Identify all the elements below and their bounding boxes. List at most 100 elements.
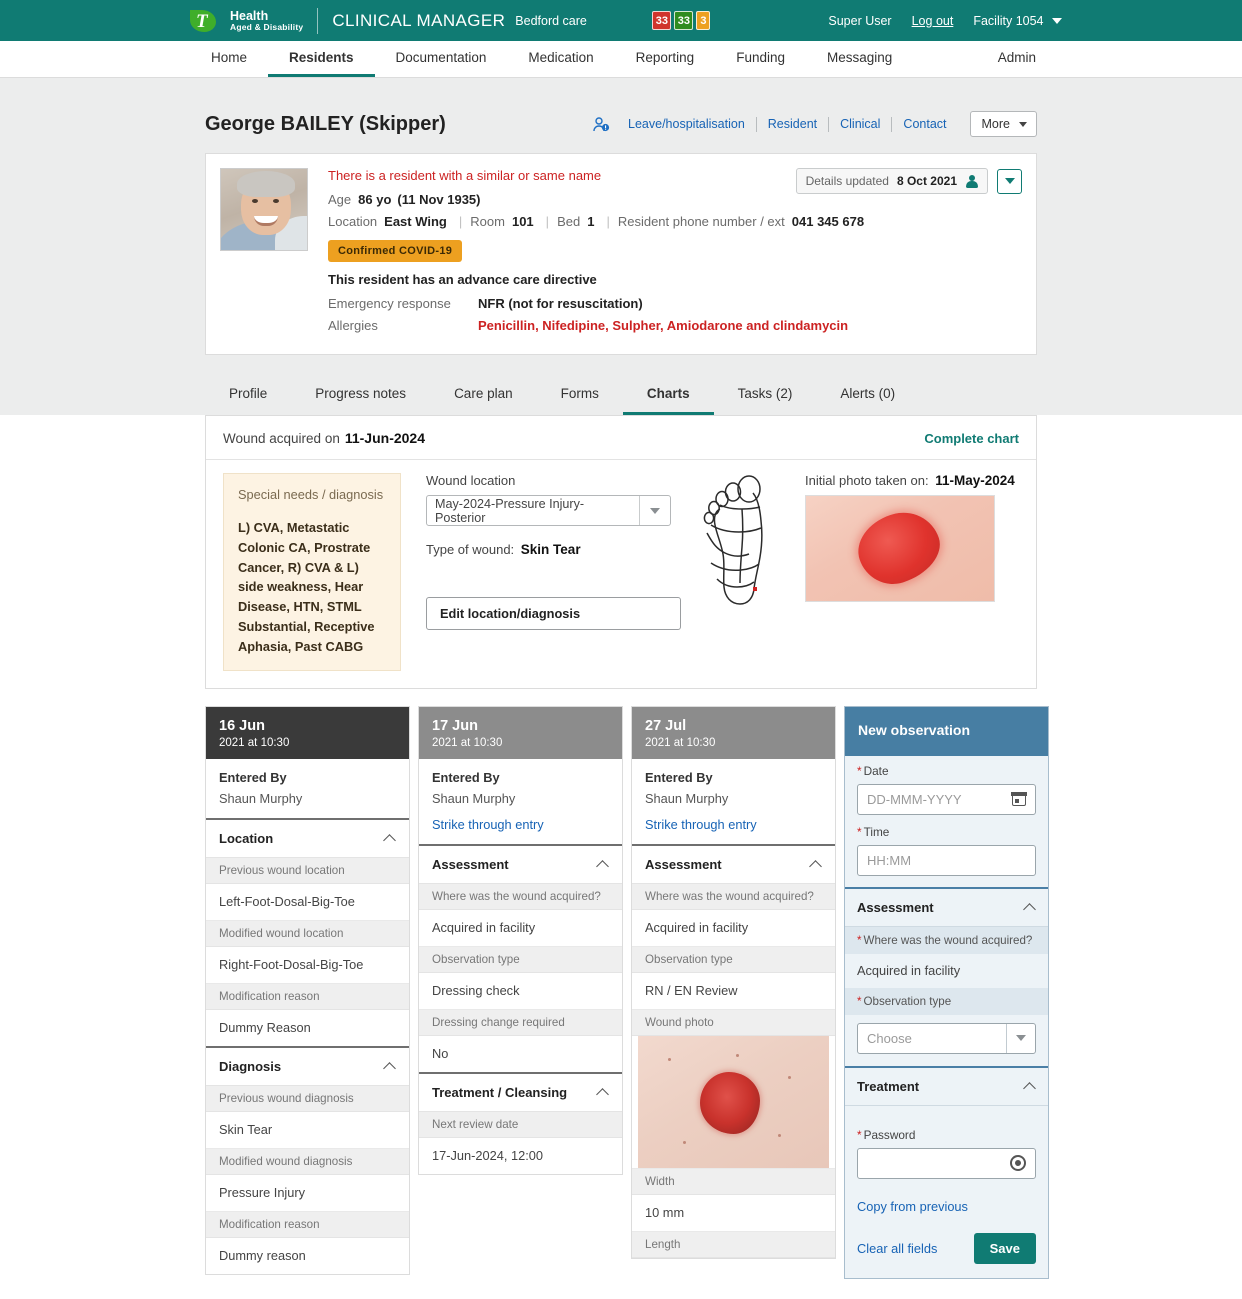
complete-chart-link[interactable]: Complete chart: [924, 431, 1019, 446]
tab-progress-notes[interactable]: Progress notes: [291, 373, 430, 415]
tab-charts[interactable]: Charts: [622, 373, 714, 415]
brand-divider: [317, 7, 319, 34]
chevron-down-icon[interactable]: [639, 496, 670, 525]
save-button[interactable]: Save: [973, 1232, 1036, 1264]
page-title: George BAILEY (Skipper): [205, 112, 446, 135]
tab-profile[interactable]: Profile: [205, 373, 291, 415]
observation-type-select[interactable]: Choose: [857, 1022, 1036, 1054]
nav-item-medication[interactable]: Medication: [507, 41, 614, 77]
chevron-down-icon: [1052, 18, 1062, 25]
badge-alerts-orange[interactable]: 3: [696, 11, 711, 30]
strike-through-entry-link[interactable]: Strike through entry: [432, 817, 609, 832]
time-input[interactable]: HH:MM: [857, 844, 1036, 876]
section-title: Treatment: [857, 1078, 920, 1094]
field-key: Dressing change required: [419, 1009, 622, 1036]
new-treatment-section-header[interactable]: Treatment: [845, 1065, 1048, 1106]
date-input[interactable]: DD-MMM-YYYY: [857, 783, 1036, 815]
chevron-down-icon: [1019, 121, 1027, 127]
lesion-shape: [849, 502, 949, 594]
room-value: 101: [511, 214, 534, 229]
section-title: Diagnosis: [219, 1058, 282, 1074]
observation-header: 16 Jun 2021 at 10:30: [206, 706, 409, 759]
dob-value: (11 Nov 1935): [397, 192, 481, 207]
password-label-text: Password: [863, 1127, 916, 1142]
action-resident[interactable]: Resident: [757, 117, 828, 131]
observation-type-label-text: Observation type: [863, 994, 952, 1008]
emergency-response-value: NFR (not for resuscitation): [478, 296, 643, 311]
required-marker: *: [857, 763, 862, 778]
badge-alerts-green[interactable]: 33: [674, 11, 694, 30]
field-value: Dummy Reason: [206, 1010, 409, 1048]
section-title: Assessment: [432, 856, 509, 872]
special-needs-box: Special needs / diagnosis L) CVA, Metast…: [223, 473, 401, 671]
chevron-down-icon[interactable]: [1006, 1023, 1035, 1053]
nav-item-messaging[interactable]: Messaging: [806, 41, 913, 77]
wound-chart-panel: Wound acquired on 11-Jun-2024 Complete c…: [205, 415, 1037, 689]
section-header-diagnosis[interactable]: Diagnosis: [206, 1047, 409, 1086]
foot-diagram[interactable]: [681, 473, 791, 671]
allergies-value: Penicillin, Nifedipine, Sulpher, Amiodar…: [478, 318, 849, 333]
observation-column-27-jul: 27 Jul 2021 at 10:30 Entered By Shaun Mu…: [631, 705, 836, 1259]
observation-time: 2021 at 10:30: [432, 736, 503, 749]
tab-forms[interactable]: Forms: [537, 373, 623, 415]
section-header-assessment[interactable]: Assessment: [632, 845, 835, 884]
field-key: Next review date: [419, 1111, 622, 1138]
copy-from-previous-link[interactable]: Copy from previous: [857, 1199, 1036, 1214]
clear-all-fields-link[interactable]: Clear all fields: [857, 1241, 937, 1256]
chevron-up-icon: [1025, 1081, 1036, 1092]
more-button[interactable]: More: [969, 111, 1037, 137]
field-value: Right-Foot-Dosal-Big-Toe: [206, 947, 409, 984]
field-value: Pressure Injury: [206, 1175, 409, 1212]
nav-item-home[interactable]: Home: [190, 41, 268, 77]
wound-location-select[interactable]: May-2024-Pressure Injury-Posterior: [426, 495, 671, 526]
main-nav: Home Residents Documentation Medication …: [0, 41, 1242, 78]
section-title: Assessment: [857, 899, 934, 915]
nav-item-funding[interactable]: Funding: [715, 41, 806, 77]
wound-location-label: Wound location: [426, 473, 516, 488]
action-leave-hospitalisation[interactable]: Leave/hospitalisation: [617, 117, 756, 131]
nav-item-reporting[interactable]: Reporting: [615, 41, 716, 77]
observation-date: 16 Jun: [219, 717, 265, 734]
nav-item-admin[interactable]: Admin: [977, 41, 1057, 77]
chevron-up-icon: [598, 1087, 609, 1098]
nav-item-residents[interactable]: Residents: [268, 41, 375, 77]
nav-item-documentation[interactable]: Documentation: [375, 41, 508, 77]
wound-acquired-date: 11-Jun-2024: [344, 430, 426, 446]
wound-photo-cell[interactable]: [632, 1035, 835, 1169]
resident-action-bar: Leave/hospitalisation Resident Clinical …: [593, 78, 1037, 137]
date-label: * Date: [857, 764, 1036, 778]
password-input[interactable]: [857, 1147, 1036, 1179]
advance-care-directive-text: This resident has an advance care direct…: [328, 272, 597, 287]
strike-through-entry-link[interactable]: Strike through entry: [645, 817, 822, 832]
facility-selector[interactable]: Facility 1054: [973, 14, 1062, 28]
section-header-location[interactable]: Location: [206, 819, 409, 858]
edit-location-diagnosis-button[interactable]: Edit location/diagnosis: [426, 597, 681, 630]
app-title: CLINICAL MANAGER: [332, 10, 506, 30]
collapse-card-button[interactable]: [997, 168, 1022, 194]
divider: |: [606, 214, 610, 229]
section-title: Treatment / Cleansing: [432, 1084, 568, 1100]
action-clinical[interactable]: Clinical: [829, 117, 891, 131]
location-value: East Wing: [384, 214, 447, 229]
section-header-treatment-cleansing[interactable]: Treatment / Cleansing: [419, 1073, 622, 1112]
wound-marker: [753, 587, 757, 591]
tab-alerts[interactable]: Alerts (0): [816, 373, 919, 415]
action-contact[interactable]: Contact: [892, 117, 957, 131]
age-label: Age: [328, 192, 352, 207]
logout-link[interactable]: Log out: [912, 14, 954, 28]
calendar-icon[interactable]: [1011, 791, 1027, 807]
wound-location-value: May-2024-Pressure Injury-Posterior: [435, 496, 585, 525]
section-header-assessment[interactable]: Assessment: [419, 845, 622, 884]
observation-time: 2021 at 10:30: [219, 736, 290, 749]
room-label: Room: [470, 214, 505, 229]
badge-alerts-red[interactable]: 33: [652, 11, 672, 30]
entered-by-label: Entered By: [645, 769, 713, 785]
eye-icon[interactable]: [1010, 1155, 1026, 1172]
tab-care-plan[interactable]: Care plan: [430, 373, 537, 415]
observation-time: 2021 at 10:30: [645, 736, 716, 749]
field-value: 17-Jun-2024, 12:00: [432, 1147, 543, 1163]
new-assessment-section-header[interactable]: Assessment: [845, 886, 1048, 927]
initial-wound-photo[interactable]: [805, 495, 995, 602]
tab-tasks[interactable]: Tasks (2): [714, 373, 817, 415]
time-label-text: Time: [863, 824, 890, 839]
